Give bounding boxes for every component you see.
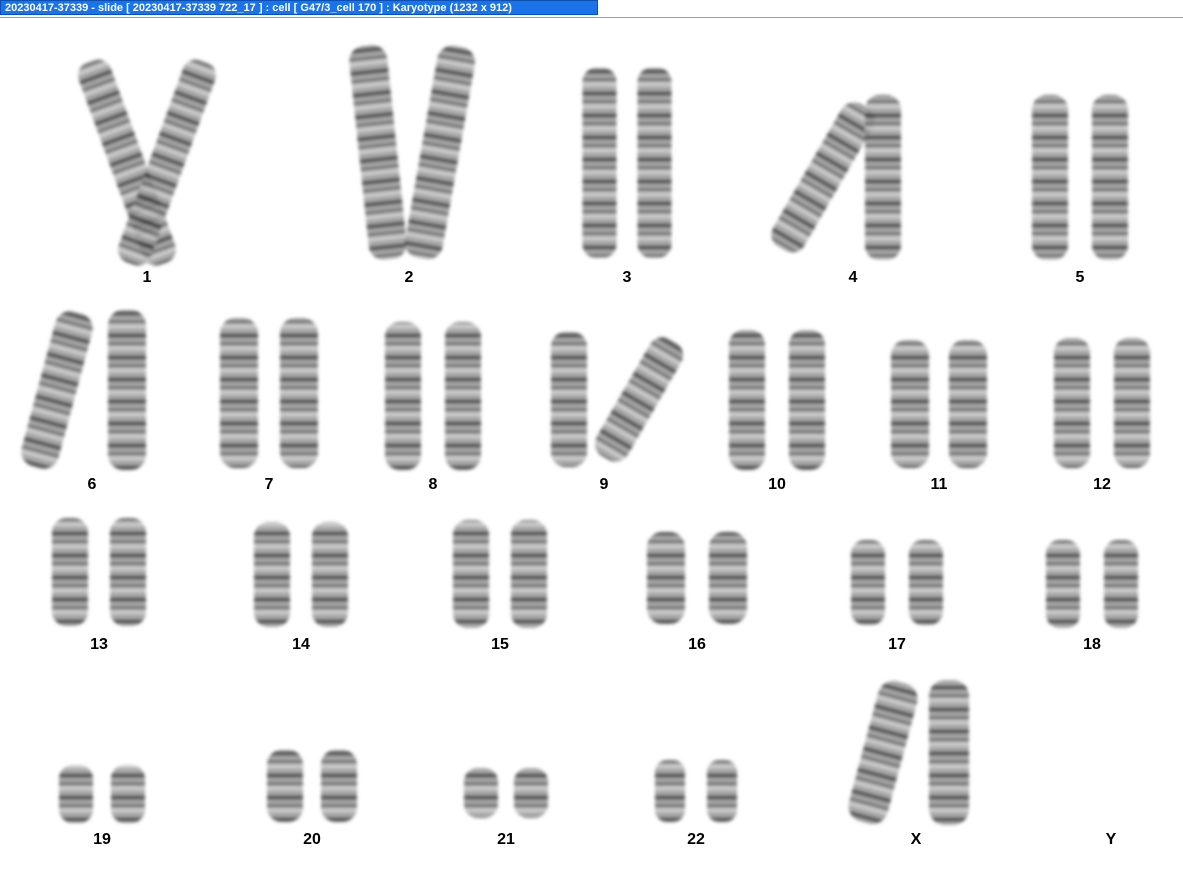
chromosome-label-8: 8 — [429, 476, 438, 493]
chromosome-label-4: 4 — [849, 269, 858, 286]
chromosome-5-b — [1092, 95, 1128, 260]
chromosome-label-14: 14 — [292, 636, 310, 653]
chromosome-label-X: X — [911, 831, 922, 848]
chromosome-3-b — [637, 68, 672, 258]
chromosome-19-a — [59, 765, 93, 823]
chromosome-15-a — [453, 520, 489, 628]
chromosome-label-Y: Y — [1106, 831, 1117, 848]
chromosome-2-b — [405, 45, 475, 260]
chromosome-X-b — [929, 680, 969, 825]
chromosome-label-20: 20 — [303, 831, 321, 848]
window-titlebar: 20230417-37339 - slide [ 20230417-37339 … — [0, 0, 1183, 18]
chromosome-16-a — [647, 532, 685, 624]
chromosome-10-b — [789, 330, 825, 470]
chromosome-9-a — [551, 332, 587, 467]
chromosome-20-b — [321, 750, 357, 822]
chromosome-17-a — [851, 540, 885, 625]
chromosome-6-a — [21, 311, 93, 469]
chromosome-label-9: 9 — [600, 476, 609, 493]
chromosome-8-b — [445, 322, 481, 470]
chromosome-4-b — [865, 95, 901, 260]
chromosome-16-b — [709, 532, 747, 624]
chromosome-11-b — [949, 340, 987, 468]
chromosome-label-15: 15 — [491, 636, 509, 653]
chromosome-18-a — [1046, 540, 1080, 628]
chromosome-7-b — [280, 318, 318, 468]
chromosome-17-b — [909, 540, 943, 625]
chromosome-label-1: 1 — [143, 269, 152, 286]
chromosome-2-a — [349, 45, 407, 260]
chromosome-18-b — [1104, 540, 1138, 628]
chromosome-label-13: 13 — [90, 636, 108, 653]
chromosome-10-a — [729, 330, 765, 470]
chromosome-label-6: 6 — [88, 476, 97, 493]
chromosome-label-3: 3 — [623, 269, 632, 286]
chromosome-20-a — [267, 750, 303, 822]
chromosome-label-5: 5 — [1076, 269, 1085, 286]
chromosome-7-a — [220, 318, 258, 468]
chromosome-3-a — [582, 68, 617, 258]
chromosome-label-7: 7 — [265, 476, 274, 493]
chromosome-14-a — [254, 522, 290, 627]
chromosome-21-b — [514, 768, 548, 818]
chromosome-label-12: 12 — [1093, 476, 1111, 493]
chromosome-13-a — [52, 518, 88, 626]
chromosome-19-b — [111, 765, 145, 823]
chromosome-22-a — [655, 760, 685, 822]
chromosome-label-11: 11 — [931, 476, 948, 493]
chromosome-label-10: 10 — [768, 476, 786, 493]
chromosome-6-b — [108, 310, 146, 470]
chromosome-15-b — [511, 520, 547, 628]
chromosome-13-b — [110, 518, 146, 626]
karyotype-image: 1 2 3 4 56 7 8 9 10 11 1213 14 15 16 17 1819 20 21 22 X Y — [21, 45, 1150, 848]
chromosome-label-17: 17 — [888, 636, 906, 653]
chromosome-X-a — [848, 680, 918, 825]
chromosome-11-a — [891, 340, 929, 468]
chromosome-label-19: 19 — [93, 831, 111, 848]
chromosome-4-a — [771, 102, 875, 253]
chromosome-8-a — [385, 322, 421, 470]
chromosome-label-16: 16 — [688, 636, 706, 653]
chromosome-5-a — [1032, 95, 1068, 260]
chromosome-21-a — [464, 768, 498, 818]
chromosome-22-b — [707, 760, 737, 822]
chromosome-12-b — [1114, 338, 1150, 468]
chromosome-label-18: 18 — [1083, 636, 1101, 653]
chromosome-14-b — [312, 522, 348, 627]
chromosome-label-2: 2 — [405, 269, 414, 286]
chromosome-label-21: 21 — [497, 831, 515, 848]
chromosome-12-a — [1054, 338, 1090, 468]
chromosome-9-b — [594, 337, 684, 462]
chromosome-label-22: 22 — [687, 831, 705, 848]
window-title: 20230417-37339 - slide [ 20230417-37339 … — [0, 0, 598, 15]
